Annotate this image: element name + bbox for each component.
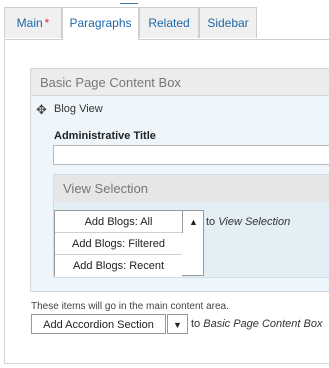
view-selection-target: to View Selection: [206, 216, 290, 228]
to-target: Basic Page Content Box: [203, 318, 323, 330]
tab-main[interactable]: Main *: [4, 7, 62, 38]
dropdown-option-filtered[interactable]: Add Blogs: Filtered: [55, 233, 182, 255]
tab-main-label: Main: [16, 16, 43, 30]
drag-handle-icon[interactable]: ✥: [36, 103, 48, 116]
dropdown-option-recent[interactable]: Add Blogs: Recent: [55, 255, 182, 277]
to-target: View Selection: [218, 216, 291, 228]
tab-sidebar[interactable]: Sidebar: [199, 7, 257, 38]
to-prefix: to: [191, 318, 201, 330]
tab-bar: Main * Paragraphs Related Sidebar: [4, 7, 329, 40]
paragraph-item-title: Blog View: [54, 103, 103, 115]
tab-paragraphs[interactable]: Paragraphs: [62, 7, 139, 40]
dropdown-option-all[interactable]: Add Blogs: All: [55, 211, 182, 233]
caret-up-icon[interactable]: ▲: [182, 211, 204, 233]
view-selection-title: View Selection: [54, 175, 329, 202]
caret-down-icon[interactable]: ▼: [167, 314, 188, 334]
add-accordion-section-button[interactable]: Add Accordion Section: [31, 314, 166, 334]
scrolled-link-underline: [120, 0, 138, 4]
required-marker: *: [44, 16, 50, 30]
content-box-title: Basic Page Content Box: [31, 69, 329, 96]
footer-hint: These items will go in the main content …: [31, 301, 229, 312]
tab-related-label: Related: [148, 16, 190, 30]
admin-title-label: Administrative Title: [54, 130, 156, 142]
footer-target: to Basic Page Content Box: [191, 318, 323, 330]
admin-title-input[interactable]: [53, 145, 329, 165]
tab-paragraphs-label: Paragraphs: [69, 16, 132, 30]
tab-related[interactable]: Related: [139, 7, 199, 38]
add-blogs-dropdown[interactable]: Add Blogs: All ▲ Add Blogs: Filtered Add…: [54, 210, 204, 277]
to-prefix: to: [206, 216, 216, 228]
tab-sidebar-label: Sidebar: [207, 16, 249, 30]
